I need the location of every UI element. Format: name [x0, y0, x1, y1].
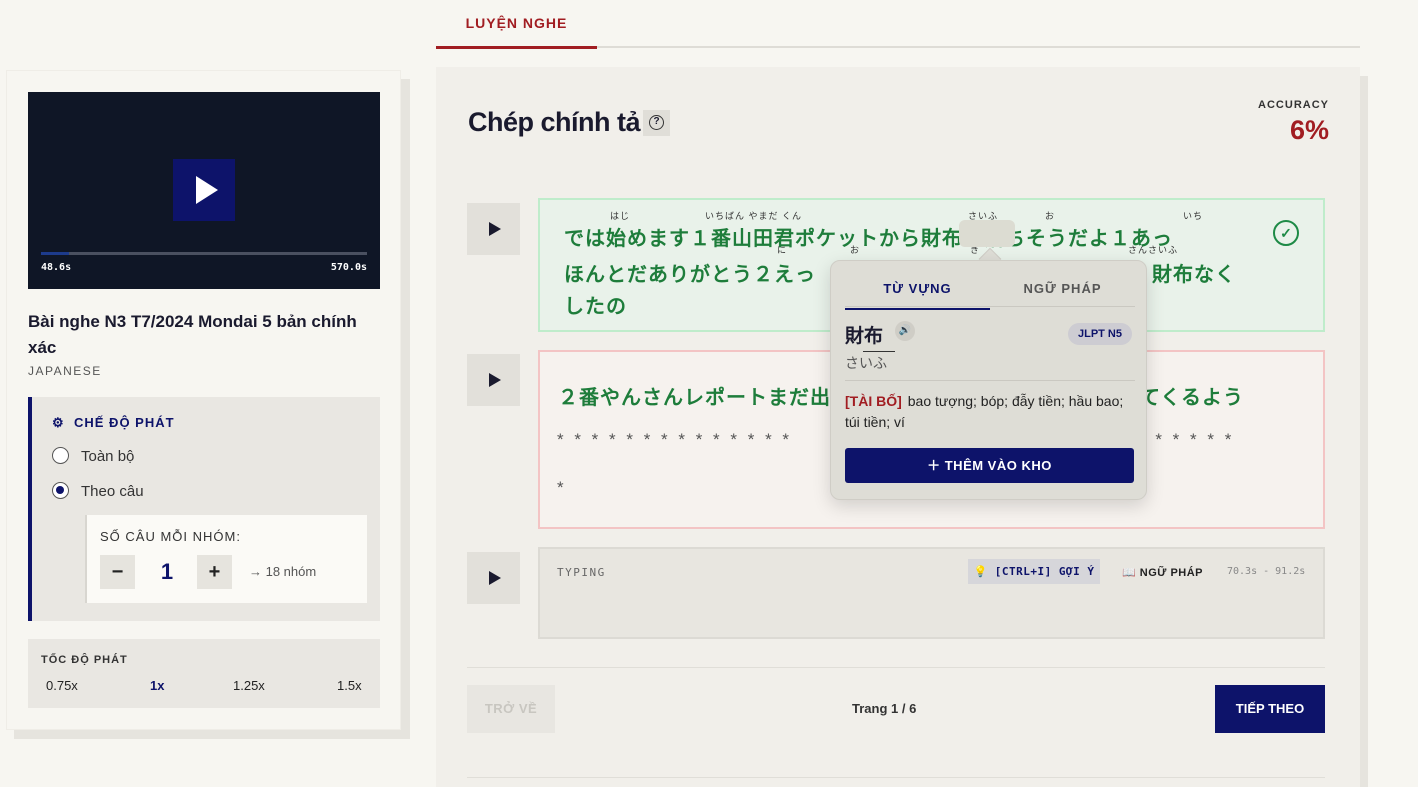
group-size-box: SỐ CÂU MỖI NHÓM: − 1 + → 18 nhóm	[85, 515, 367, 603]
video-player[interactable]: 48.6s 570.0s	[28, 92, 380, 289]
vocab-popup: TỪ VỰNG NGỮ PHÁP 財布 🔊 JLPT N5 さいふ [TÀI B…	[830, 260, 1147, 500]
main-panel-shadow	[1360, 76, 1368, 787]
sentence-line[interactable]: ほんとだありがとう２えっ	[564, 258, 816, 287]
divider	[845, 306, 1135, 307]
time-range: 70.3s - 91.2s	[1227, 566, 1306, 577]
play-sentence-button[interactable]	[467, 552, 520, 604]
radio-circle	[52, 447, 69, 464]
furigana: に	[777, 245, 788, 255]
vocab-reading: さいふ	[845, 356, 887, 372]
group-count: → 18 nhóm	[249, 564, 317, 579]
speed-option[interactable]: 1.25x	[233, 678, 265, 693]
tab-luyen-nghe[interactable]: LUYỆN NGHE	[436, 0, 597, 49]
increment-button[interactable]: +	[197, 555, 232, 589]
help-icon: ?	[649, 115, 664, 130]
hidden-characters: * * * * * *	[1138, 430, 1235, 449]
decrement-button[interactable]: −	[100, 555, 135, 589]
typing-label: TYPING	[557, 566, 606, 579]
back-button[interactable]: TRỞ VỀ	[467, 685, 555, 733]
vocab-word: 財布	[845, 325, 884, 347]
tab-ngu-phap[interactable]: NGỮ PHÁP	[990, 281, 1135, 308]
jlpt-badge: JLPT N5	[1067, 323, 1132, 345]
speed-label: TỐC ĐỘ PHÁT	[41, 654, 128, 666]
play-mode-heading: ⚙ CHẾ ĐỘ PHÁT	[52, 415, 175, 430]
group-size-value: 1	[160, 559, 174, 584]
radio-theo-cau[interactable]: Theo câu	[52, 482, 144, 500]
help-button[interactable]: ?	[643, 110, 670, 136]
radio-toan-bo[interactable]: Toàn bộ	[52, 447, 134, 465]
furigana: はじ	[610, 211, 631, 221]
speed-option[interactable]: 0.75x	[46, 678, 78, 693]
book-icon: 📖	[1122, 567, 1137, 579]
radio-circle-selected	[52, 482, 69, 499]
sliders-icon: ⚙	[52, 415, 65, 430]
hint-button[interactable]: 💡 [CTRL+I] GỢI Ý	[968, 559, 1100, 584]
sentence-line[interactable]: したの	[564, 290, 627, 319]
divider	[467, 667, 1325, 668]
page-indicator: Trang 1 / 6	[852, 701, 917, 716]
lesson-language: JAPANESE	[28, 364, 102, 378]
hanviet: [TÀI BỐ]	[845, 393, 902, 409]
check-icon: ✓	[1273, 220, 1299, 246]
sentence-line[interactable]: では始めます１番山田君ポケットから財布が落ちそうだよ１あっ	[564, 222, 1173, 251]
furigana: お	[850, 245, 861, 255]
left-panel: 48.6s 570.0s Bài nghe N3 T7/2024 Mondai …	[6, 70, 401, 730]
divider	[467, 777, 1325, 778]
page-title: Chép chính tả	[468, 107, 641, 137]
play-sentence-button[interactable]	[467, 203, 520, 255]
speed-option[interactable]: 1.5x	[337, 678, 362, 693]
speed-option-active[interactable]: 1x	[150, 678, 164, 693]
accuracy-label: ACCURACY	[1258, 99, 1329, 111]
furigana: お	[1045, 211, 1056, 221]
bulb-icon: 💡	[973, 565, 988, 578]
sentence-line[interactable]: ２番やんさんレポートまだ出	[558, 381, 831, 410]
speaker-icon[interactable]: 🔊	[895, 321, 915, 341]
pitch-accent-mark	[863, 351, 895, 352]
accuracy-value: 6%	[1289, 115, 1329, 145]
add-to-library-button[interactable]: ＋ THÊM VÀO KHO	[845, 448, 1134, 483]
divider	[845, 380, 1135, 381]
group-size-label: SỐ CÂU MỖI NHÓM:	[100, 529, 241, 544]
typing-box[interactable]: TYPING 💡 [CTRL+I] GỢI Ý 📖 NGỮ PHÁP 70.3s…	[538, 547, 1325, 639]
lesson-title: Bài nghe N3 T7/2024 Mondai 5 bản chính x…	[28, 312, 357, 357]
hidden-characters: * * * * * * * * * * * * * *	[557, 430, 793, 449]
grammar-button[interactable]: 📖 NGỮ PHÁP	[1122, 566, 1203, 579]
vocab-meaning: [TÀI BỐ] bao tượng; bóp; đẫy tiền; hầu ba…	[845, 393, 1124, 430]
selected-word-highlight	[959, 220, 1015, 247]
furigana: いちばん やまだ くん	[705, 211, 803, 221]
hidden-characters: *	[557, 478, 567, 497]
play-mode-panel: ⚙ CHẾ ĐỘ PHÁT Toàn bộ Theo câu SỐ CÂU MỖI…	[28, 397, 380, 621]
next-button[interactable]: TIẾP THEO	[1215, 685, 1325, 733]
video-total-time: 570.0s	[330, 262, 367, 273]
furigana: いち	[1183, 211, 1204, 221]
speed-panel: TỐC ĐỘ PHÁT 0.75x 1x 1.25x 1.5x	[28, 639, 380, 708]
furigana: さんさいふ	[1128, 245, 1179, 255]
play-icon[interactable]	[173, 159, 235, 221]
sentence-line-tail[interactable]: 財布なく	[1152, 258, 1236, 287]
play-sentence-button[interactable]	[467, 354, 520, 406]
video-current-time: 48.6s	[41, 262, 72, 273]
tab-bar: LUYỆN NGHE	[436, 0, 1360, 49]
video-progress-fill	[41, 252, 69, 255]
video-progress-bar[interactable]	[41, 252, 367, 255]
sentence-line-tail[interactable]: てくるよう	[1140, 381, 1244, 410]
